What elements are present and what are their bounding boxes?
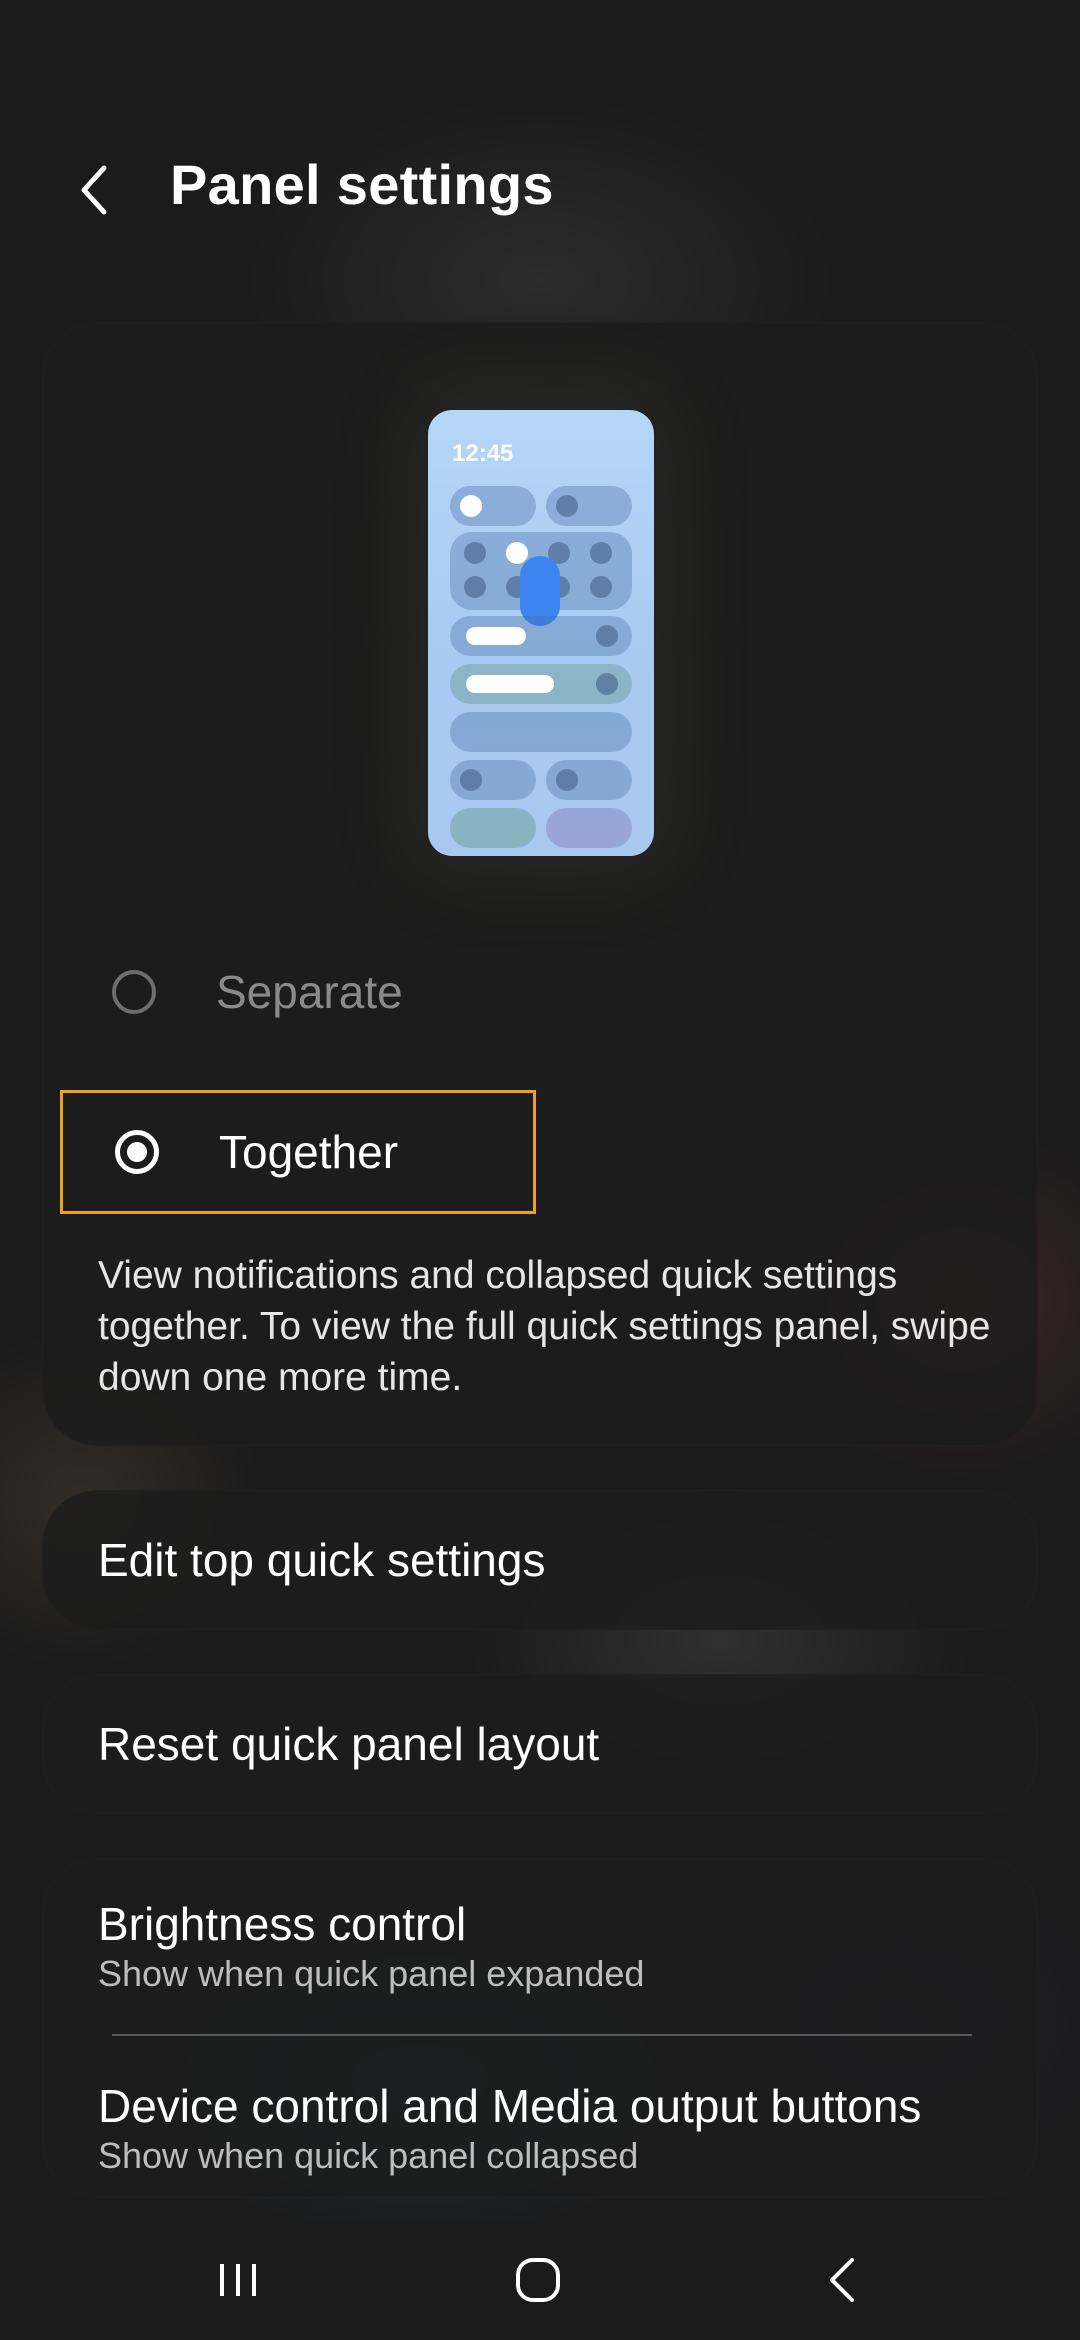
option-separate[interactable]: Separate [60, 930, 600, 1054]
preview-dot [596, 673, 618, 695]
recents-icon [220, 2264, 256, 2296]
recents-button[interactable] [168, 2220, 308, 2340]
preview-dot [460, 769, 482, 791]
together-radio[interactable] [115, 1130, 159, 1174]
chevron-left-icon [81, 165, 107, 215]
preview-dot [506, 542, 528, 564]
preview-media-bar [450, 712, 632, 752]
divider [112, 2034, 972, 2036]
edit-top-quick-settings-button[interactable]: Edit top quick settings [42, 1490, 1038, 1630]
preview-dot [464, 542, 486, 564]
brightness-control-title: Brightness control [98, 1898, 467, 1950]
preview-dot [556, 769, 578, 791]
home-icon [516, 2258, 560, 2302]
option-description: View notifications and collapsed quick s… [98, 1254, 991, 1399]
device-control-subtitle: Show when quick panel collapsed [98, 2135, 639, 2176]
navigation-bar [0, 2220, 1080, 2340]
preview-slider-fill [466, 675, 554, 693]
together-label: Together [219, 1126, 399, 1178]
back-icon [830, 2258, 854, 2302]
preview-dot [460, 495, 482, 517]
option-together[interactable]: Together [60, 1090, 536, 1214]
system-back-button[interactable] [772, 2220, 912, 2340]
preview-tile [450, 808, 536, 848]
reset-quick-panel-layout-button[interactable]: Reset quick panel layout [42, 1674, 1038, 1814]
brightness-control-item[interactable]: Brightness control Show when quick panel… [98, 1896, 644, 1996]
panel-preview-illustration: 12:45 [428, 410, 654, 856]
quick-panel-options-card: Brightness control Show when quick panel… [42, 1858, 1038, 2198]
device-control-media-output-item[interactable]: Device control and Media output buttons … [98, 2078, 921, 2178]
brightness-control-subtitle: Show when quick panel expanded [98, 1953, 645, 1994]
separate-label: Separate [216, 966, 403, 1018]
reset-quick-panel-layout-label: Reset quick panel layout [98, 1718, 600, 1770]
preview-dot [464, 576, 486, 598]
preview-dot [590, 542, 612, 564]
preview-slider-fill [466, 627, 526, 645]
home-button[interactable] [468, 2220, 608, 2340]
top-app-bar: Panel settings [0, 0, 1080, 300]
page-title: Panel settings [170, 153, 554, 216]
preview-dot [590, 576, 612, 598]
preview-time: 12:45 [452, 440, 514, 467]
separate-radio[interactable] [112, 970, 156, 1014]
device-control-title: Device control and Media output buttons [98, 2080, 922, 2132]
back-button[interactable] [62, 150, 126, 230]
preview-dot [556, 495, 578, 517]
preview-dot [596, 625, 618, 647]
preview-tile [546, 808, 632, 848]
edit-top-quick-settings-label: Edit top quick settings [98, 1534, 546, 1586]
